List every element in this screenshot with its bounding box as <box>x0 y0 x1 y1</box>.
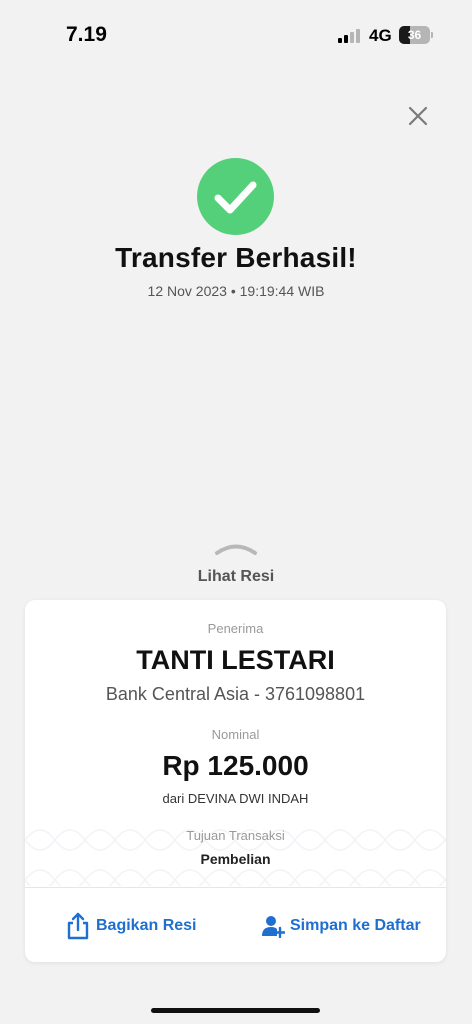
amount-label: Nominal <box>211 727 260 742</box>
recipient-name: TANTI LESTARI <box>136 645 335 675</box>
sender-name: dari DEVINA DWI INDAH <box>162 791 309 806</box>
success-badge <box>197 158 274 235</box>
status-time: 7.19 <box>66 23 107 46</box>
view-receipt-toggle[interactable]: Lihat Resi <box>0 568 472 586</box>
checkmark-icon <box>214 181 257 214</box>
transfer-amount: Rp 125.000 <box>162 750 309 781</box>
save-to-list-label: Simpan ke Daftar <box>290 917 421 934</box>
close-icon <box>408 106 428 126</box>
battery-nub <box>431 32 433 38</box>
close-button[interactable] <box>404 102 432 130</box>
share-receipt-button[interactable]: Bagikan Resi <box>65 910 196 942</box>
recipient-label: Penerima <box>207 621 264 636</box>
transfer-success-screen: 7.19 4G 36 Transfer Berhasil! 12 Nov 202… <box>0 0 472 1024</box>
signal-icon <box>338 29 362 43</box>
share-icon <box>67 912 89 940</box>
purpose-label: Tujuan Transaksi <box>186 828 285 843</box>
success-title: Transfer Berhasil! <box>115 242 357 273</box>
receipt-card: Penerima TANTI LESTARI Bank Central Asia… <box>25 600 446 962</box>
add-contact-icon <box>262 916 285 938</box>
network-type: 4G <box>369 26 392 45</box>
home-indicator[interactable] <box>151 1008 320 1013</box>
transaction-datetime: 12 Nov 2023 • 19:19:44 WIB <box>147 283 325 299</box>
transaction-purpose: Pembelian <box>200 851 271 867</box>
chevron-up-icon[interactable] <box>214 542 258 556</box>
battery-level: 36 <box>407 28 422 42</box>
battery-icon: 36 <box>399 26 430 44</box>
recipient-bank-account: Bank Central Asia - 3761098801 <box>105 684 366 704</box>
card-divider <box>25 887 446 888</box>
share-receipt-label: Bagikan Resi <box>96 917 197 934</box>
save-to-list-button[interactable]: Simpan ke Daftar <box>261 910 421 942</box>
status-bar: 7.19 4G 36 <box>0 0 472 72</box>
